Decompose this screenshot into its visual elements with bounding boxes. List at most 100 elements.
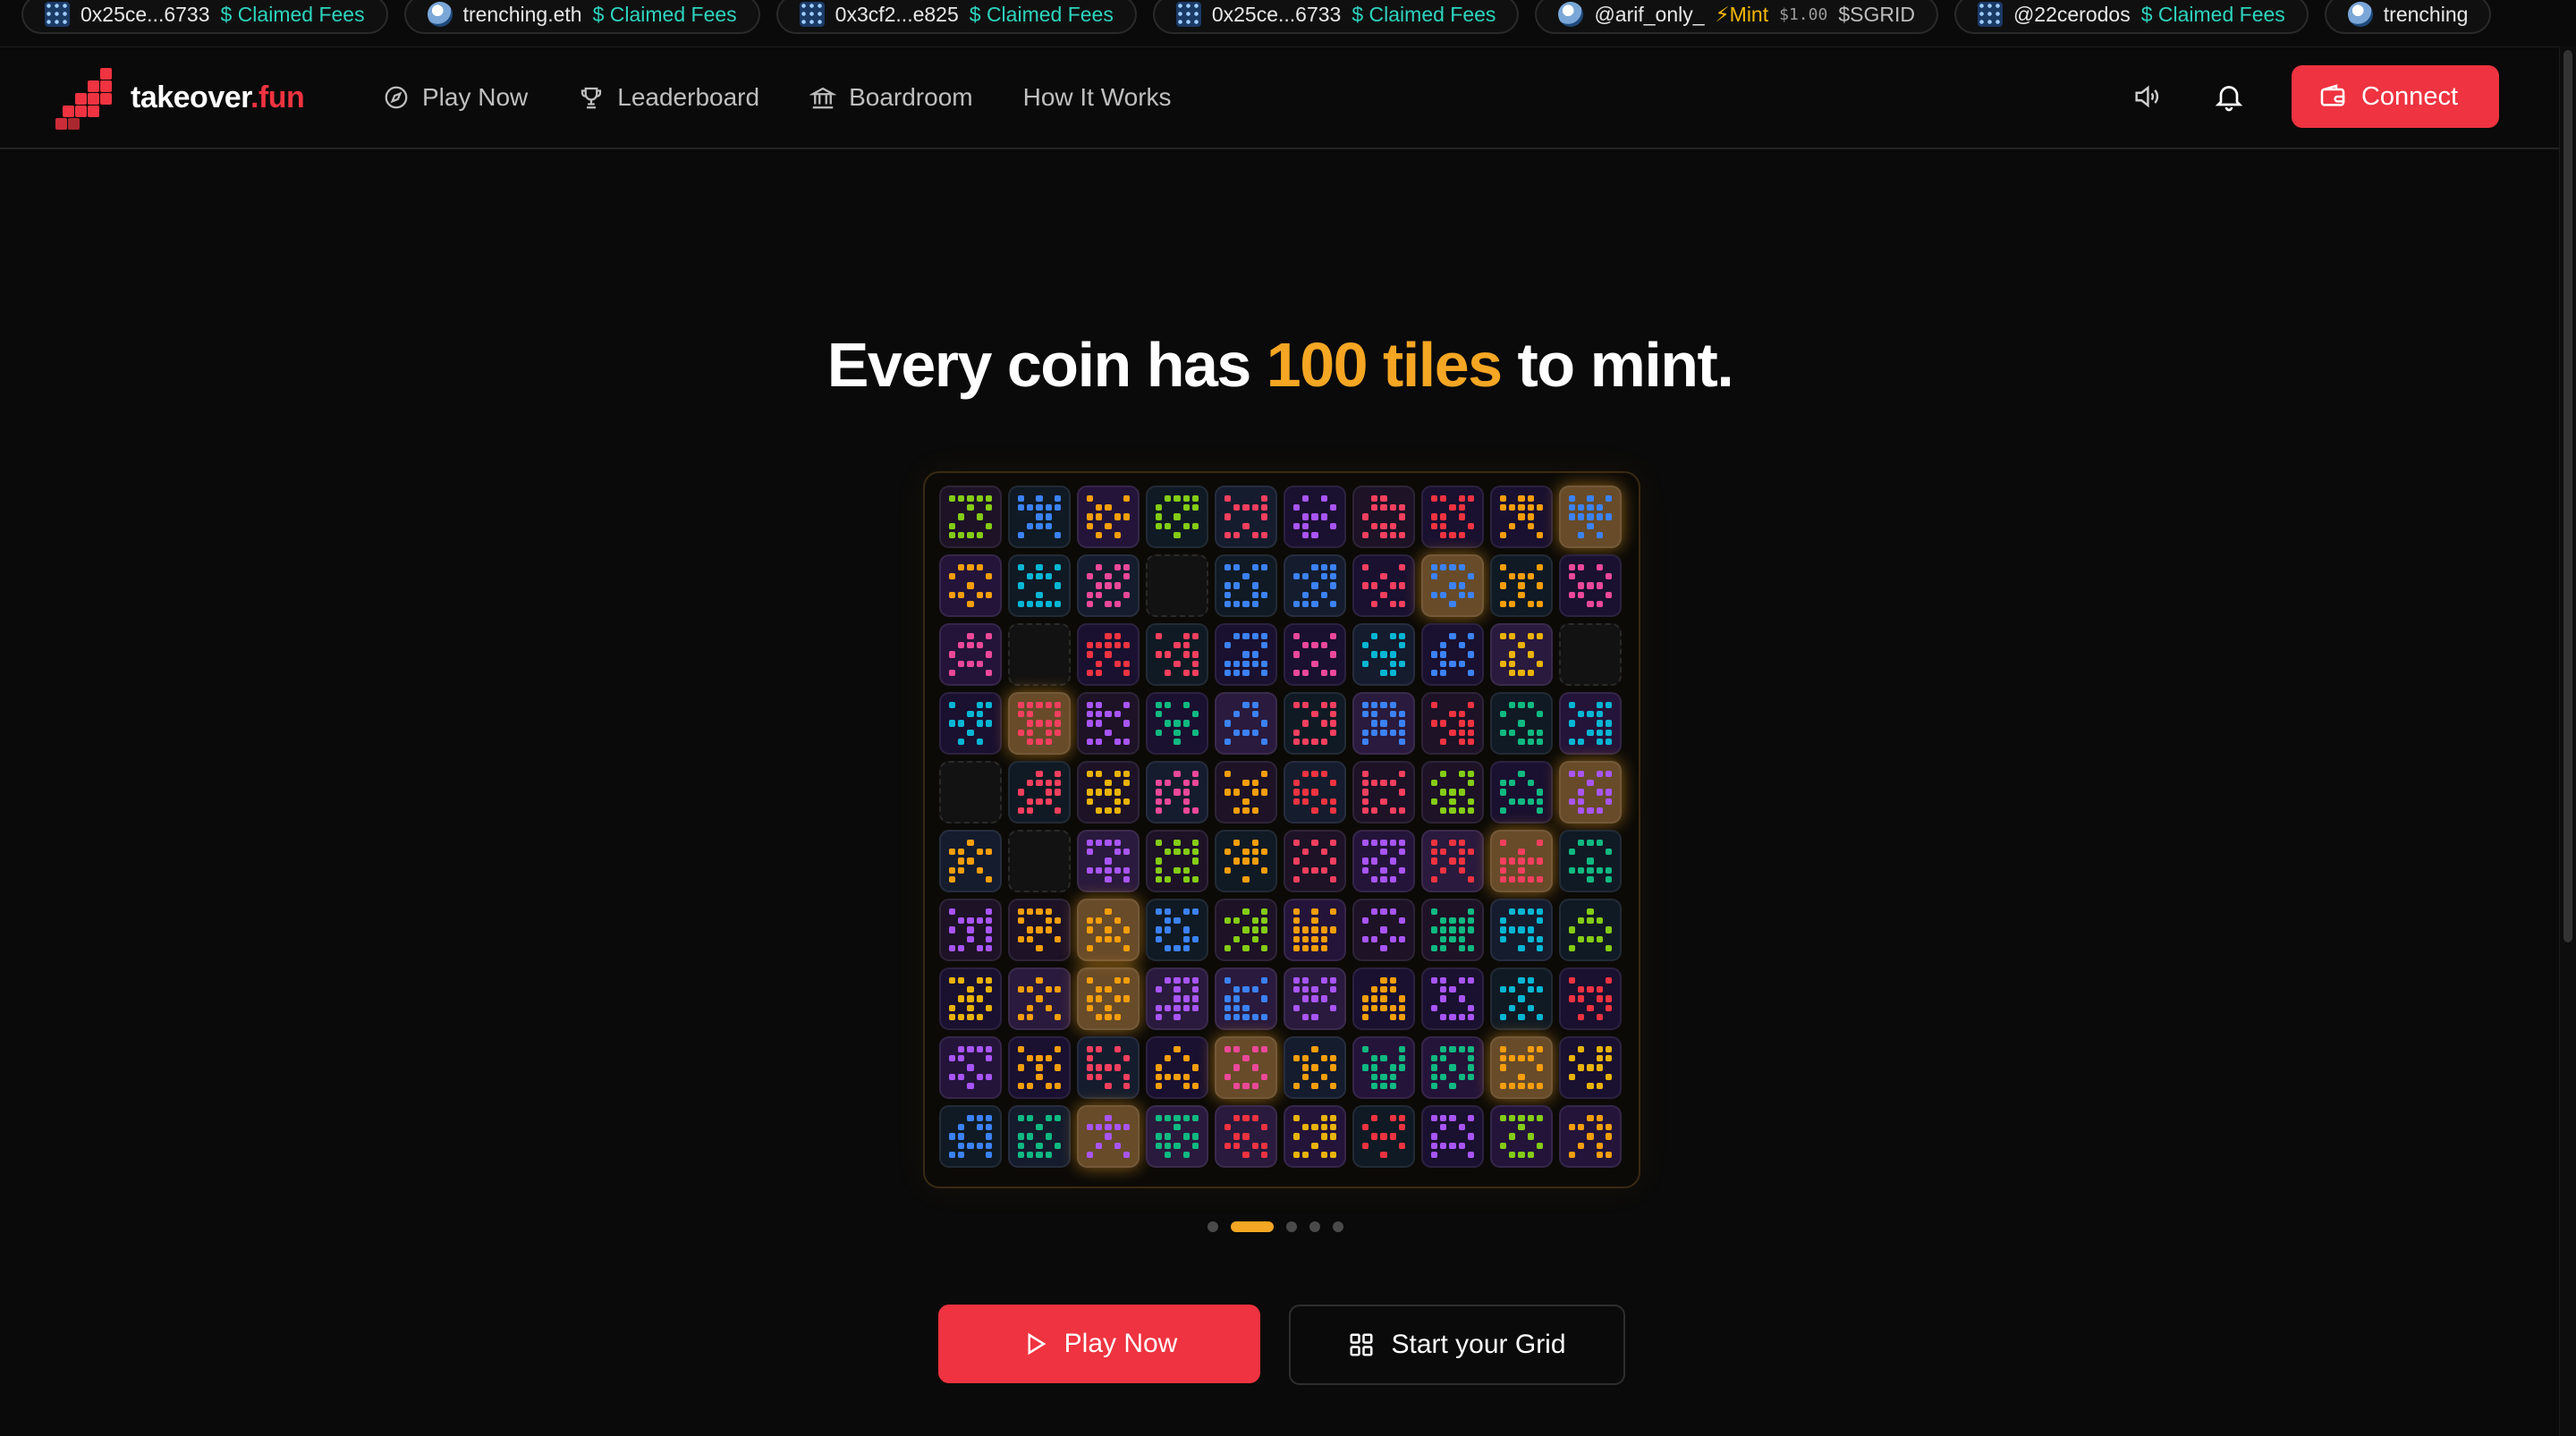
grid-tile[interactable]: [1352, 1105, 1415, 1168]
grid-tile[interactable]: [1352, 692, 1415, 755]
grid-tile[interactable]: [1284, 486, 1346, 548]
grid-tile[interactable]: [1215, 623, 1277, 686]
grid-tile[interactable]: [1008, 1105, 1071, 1168]
grid-tile[interactable]: [1352, 486, 1415, 548]
ticker-item[interactable]: trenching: [2324, 0, 2492, 34]
ticker-item[interactable]: trenching.eth $ Claimed Fees: [403, 0, 760, 34]
grid-tile[interactable]: [1146, 623, 1208, 686]
grid-tile[interactable]: [1559, 830, 1622, 892]
grid-tile[interactable]: [1146, 830, 1208, 892]
grid-tile[interactable]: [1284, 692, 1346, 755]
grid-tile[interactable]: [1421, 1036, 1484, 1099]
grid-tile[interactable]: [1284, 554, 1346, 617]
grid-tile[interactable]: [1421, 967, 1484, 1030]
start-grid-button[interactable]: Start your Grid: [1289, 1305, 1625, 1385]
grid-tile[interactable]: [1559, 967, 1622, 1030]
nav-how-it-works[interactable]: How It Works: [1023, 83, 1172, 112]
grid-tile[interactable]: [1146, 692, 1208, 755]
grid-tile[interactable]: [1559, 554, 1622, 617]
grid-tile[interactable]: [1077, 486, 1140, 548]
grid-tile[interactable]: [1215, 967, 1277, 1030]
grid-tile[interactable]: [1284, 830, 1346, 892]
grid-tile[interactable]: [1284, 761, 1346, 824]
grid-tile[interactable]: [1559, 761, 1622, 824]
grid-tile[interactable]: [1490, 623, 1553, 686]
grid-tile[interactable]: [1077, 830, 1140, 892]
grid-tile[interactable]: [1490, 692, 1553, 755]
carousel-dot[interactable]: [1309, 1221, 1320, 1232]
grid-tile[interactable]: [1008, 554, 1071, 617]
carousel-dot[interactable]: [1231, 1221, 1274, 1232]
grid-tile[interactable]: [1352, 554, 1415, 617]
grid-tile[interactable]: [1215, 830, 1277, 892]
grid-tile[interactable]: [1421, 486, 1484, 548]
grid-tile[interactable]: [1490, 761, 1553, 824]
grid-tile[interactable]: [1490, 899, 1553, 961]
grid-tile[interactable]: [1077, 1036, 1140, 1099]
grid-tile[interactable]: [1284, 1105, 1346, 1168]
grid-tile[interactable]: [1008, 1036, 1071, 1099]
grid-tile[interactable]: [1490, 486, 1553, 548]
logo[interactable]: takeover.fun: [55, 68, 305, 130]
grid-tile[interactable]: [1421, 1105, 1484, 1168]
grid-tile[interactable]: [1077, 899, 1140, 961]
grid-tile[interactable]: [1215, 1036, 1277, 1099]
nav-boardroom[interactable]: Boardroom: [809, 83, 973, 112]
grid-tile[interactable]: [1146, 761, 1208, 824]
grid-tile[interactable]: [939, 1105, 1002, 1168]
grid-tile[interactable]: [1490, 554, 1553, 617]
carousel-dot[interactable]: [1333, 1221, 1343, 1232]
grid-tile[interactable]: [1215, 761, 1277, 824]
nav-play-now[interactable]: Play Now: [383, 83, 528, 112]
nav-leaderboard[interactable]: Leaderboard: [578, 83, 759, 112]
grid-tile[interactable]: [939, 967, 1002, 1030]
grid-tile[interactable]: [1146, 899, 1208, 961]
connect-button[interactable]: Connect: [2291, 65, 2499, 128]
grid-tile[interactable]: [1077, 554, 1140, 617]
carousel-dot[interactable]: [1286, 1221, 1297, 1232]
grid-tile[interactable]: [1352, 761, 1415, 824]
grid-tile[interactable]: [939, 830, 1002, 892]
grid-tile[interactable]: [1352, 967, 1415, 1030]
grid-tile[interactable]: [1008, 761, 1071, 824]
grid-tile[interactable]: [939, 692, 1002, 755]
grid-tile[interactable]: [1146, 967, 1208, 1030]
ticker-item[interactable]: @arif_only_ ⚡Mint $1.00 $SGRID: [1535, 0, 1938, 34]
grid-tile[interactable]: [1146, 486, 1208, 548]
notifications-button[interactable]: [2209, 77, 2249, 116]
grid-tile[interactable]: [1352, 1036, 1415, 1099]
grid-tile[interactable]: [939, 486, 1002, 548]
grid-tile[interactable]: [1559, 692, 1622, 755]
grid-tile[interactable]: [1215, 486, 1277, 548]
grid-tile[interactable]: [1215, 899, 1277, 961]
grid-tile[interactable]: [1008, 967, 1071, 1030]
grid-tile[interactable]: [1421, 623, 1484, 686]
grid-tile[interactable]: [1284, 1036, 1346, 1099]
grid-tile[interactable]: [1490, 967, 1553, 1030]
page-scrollbar[interactable]: [2559, 46, 2576, 1436]
grid-tile[interactable]: [1077, 692, 1140, 755]
grid-tile[interactable]: [1008, 899, 1071, 961]
grid-tile[interactable]: [1077, 761, 1140, 824]
grid-tile[interactable]: [1352, 899, 1415, 961]
grid-tile[interactable]: [1146, 1036, 1208, 1099]
grid-tile[interactable]: [1421, 899, 1484, 961]
grid-tile[interactable]: [1008, 623, 1071, 686]
grid-tile[interactable]: [1559, 623, 1622, 686]
grid-tile[interactable]: [1490, 1105, 1553, 1168]
grid-tile[interactable]: [1215, 554, 1277, 617]
grid-tile[interactable]: [1215, 1105, 1277, 1168]
grid-tile[interactable]: [939, 899, 1002, 961]
grid-tile[interactable]: [1421, 761, 1484, 824]
grid-tile[interactable]: [1284, 899, 1346, 961]
grid-tile[interactable]: [1490, 1036, 1553, 1099]
ticker-item[interactable]: @22cerodos $ Claimed Fees: [1953, 0, 2309, 34]
ticker-item[interactable]: 0x25ce...6733 $ Claimed Fees: [1152, 0, 1520, 34]
grid-tile[interactable]: [1008, 830, 1071, 892]
grid-tile[interactable]: [1146, 1105, 1208, 1168]
grid-tile[interactable]: [1559, 1105, 1622, 1168]
grid-tile[interactable]: [939, 1036, 1002, 1099]
grid-tile[interactable]: [1077, 1105, 1140, 1168]
grid-tile[interactable]: [1284, 967, 1346, 1030]
scrollbar-thumb[interactable]: [2563, 50, 2572, 942]
